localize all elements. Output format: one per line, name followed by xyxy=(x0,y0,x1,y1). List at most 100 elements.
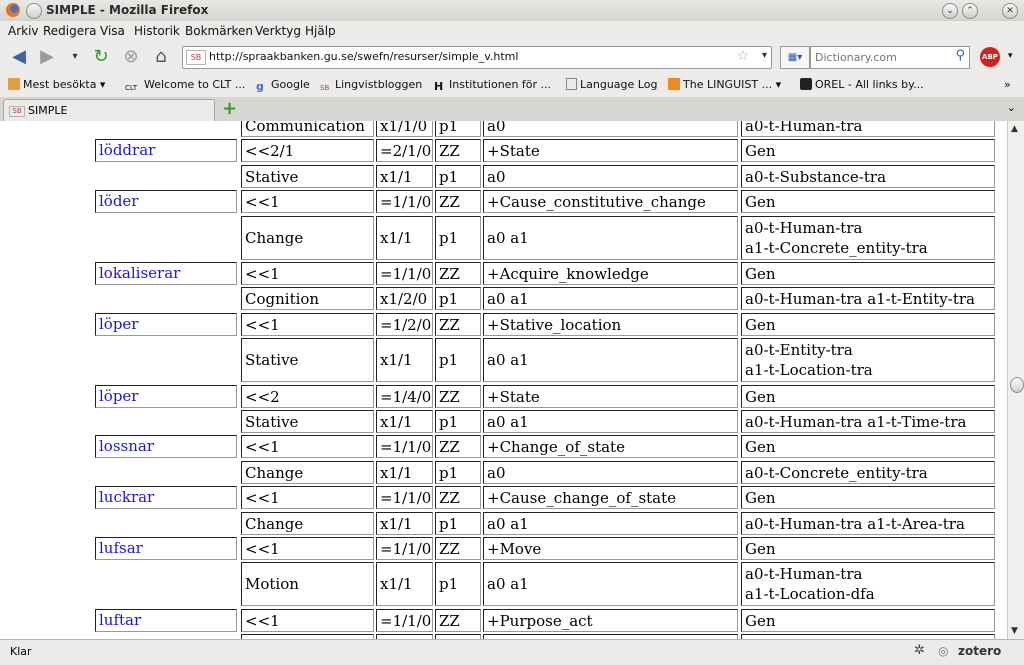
domain-cell: Cognition xyxy=(241,287,374,311)
argument-cell: a0-t-Entity-tra a1-t-Location-tra xyxy=(741,338,995,383)
adblock-plus-icon[interactable]: ABP xyxy=(980,47,1000,67)
window-menu-icon[interactable] xyxy=(26,3,42,19)
argument-line: Gen xyxy=(745,489,776,508)
lemma-link[interactable]: lufsar xyxy=(95,537,237,560)
argument-line: a0-t-Human-tra xyxy=(745,218,863,237)
status-text: Klar xyxy=(10,645,32,658)
bookmark-star-icon[interactable]: ☆ xyxy=(736,48,749,64)
frame-cell: x1/2/0 xyxy=(376,287,433,311)
back-arrow-icon[interactable]: ◀ xyxy=(8,46,30,68)
site-identity-icon[interactable]: SB xyxy=(186,50,206,65)
stop-icon[interactable]: ⊗ xyxy=(120,46,142,68)
argument-cell: a0-t-Substance-tra xyxy=(741,164,995,188)
argument-cell: Gen xyxy=(741,190,995,214)
domain-cell: Communication xyxy=(241,121,374,137)
url-text[interactable]: http://spraakbanken.gu.se/swefn/resurser… xyxy=(209,50,518,63)
lemma-link[interactable]: löper xyxy=(95,384,237,408)
frame-cell: =1/1/0 xyxy=(376,435,433,459)
search-box[interactable]: ⚲ xyxy=(810,46,970,69)
clt-icon: CLT xyxy=(125,84,138,92)
scroll-up-arrow-icon[interactable]: ▲ xyxy=(1011,124,1018,134)
pos-cell: ZZ xyxy=(435,190,481,214)
domain-cell: Change xyxy=(241,215,374,260)
lemma-link[interactable]: löder xyxy=(95,190,237,214)
template-cell: a0 a1 xyxy=(483,215,738,260)
firebug-icon[interactable]: ✲ xyxy=(914,643,925,658)
empty-cell xyxy=(95,165,237,188)
bookmark-lingvistbloggen[interactable]: SB Lingvistbloggen xyxy=(320,78,422,96)
bookmark-clt[interactable]: CLT Welcome to CLT ... xyxy=(125,78,245,96)
scroll-down-arrow-icon[interactable]: ▼ xyxy=(1011,626,1018,636)
bookmark-institutionen[interactable]: H Institutionen för ... xyxy=(434,78,551,93)
lemma-link[interactable]: lossnar xyxy=(95,435,237,459)
bookmark-label: Lingvistbloggen xyxy=(335,78,423,91)
bookmark-language-log[interactable]: Language Log xyxy=(566,78,657,91)
template-cell: a0 a1 xyxy=(483,338,738,383)
google-icon: g xyxy=(256,80,264,93)
lemma-link[interactable]: luftar xyxy=(95,608,237,632)
lemma-link[interactable]: löper xyxy=(95,312,237,336)
lemma-link[interactable]: luckrar xyxy=(95,486,237,510)
domain-cell: Stative xyxy=(241,338,374,383)
adblock-dropdown-icon[interactable]: ▾ xyxy=(1008,51,1013,61)
menu-bokmarken[interactable]: Bokmärken xyxy=(185,24,253,38)
argument-cell: Gen xyxy=(741,608,995,632)
search-icon[interactable]: ⚲ xyxy=(955,48,965,63)
pos-cell: ZZ xyxy=(435,486,481,510)
pos-cell: p1 xyxy=(435,511,481,535)
menu-arkiv[interactable]: Arkiv xyxy=(8,24,39,38)
sb-icon: SB xyxy=(320,84,330,92)
domain-cell: <<1 xyxy=(241,262,374,285)
close-button[interactable]: ✕ xyxy=(1002,3,1018,19)
menu-visa[interactable]: Visa xyxy=(100,24,125,38)
bookmark-orel[interactable]: OREL - All links by... xyxy=(800,78,924,91)
bookmark-linguist[interactable]: The LINGUIST ... ▾ xyxy=(668,78,781,91)
orel-icon xyxy=(800,78,812,90)
url-bar[interactable]: SB http://spraakbanken.gu.se/swefn/resur… xyxy=(182,46,772,69)
argument-line: a0-t-Entity-tra xyxy=(745,341,853,360)
history-dropdown-icon[interactable]: ▾ xyxy=(64,46,86,68)
zotero-label[interactable]: zotero xyxy=(958,644,1001,658)
menu-bar: Arkiv Redigera Visa Historik Bokmärken V… xyxy=(0,21,1024,41)
bookmarks-toolbar: Mest besökta ▾ CLT Welcome to CLT ... g Go… xyxy=(0,73,1024,98)
argument-line: Gen xyxy=(745,387,776,406)
pos-cell: p1 xyxy=(435,562,481,607)
search-input[interactable] xyxy=(811,47,947,68)
new-tab-plus-icon[interactable]: + xyxy=(222,98,237,119)
template-cell: +Stative_location xyxy=(483,312,738,336)
frame-cell: =1/1/0 xyxy=(376,486,433,510)
lemma-link[interactable]: löddrar xyxy=(95,139,237,163)
zotero-icon[interactable]: ◎ xyxy=(938,644,948,658)
bookmark-google[interactable]: g Google xyxy=(256,78,310,93)
scrollbar-thumb[interactable] xyxy=(1010,377,1024,393)
argument-cell: Gen xyxy=(741,435,995,459)
empty-cell xyxy=(95,562,237,606)
minimize-button[interactable]: ⌄ xyxy=(942,3,958,19)
url-dropdown-icon[interactable]: ▾ xyxy=(762,50,767,61)
forward-arrow-icon[interactable]: ▶ xyxy=(36,46,58,68)
empty-cell xyxy=(95,216,237,260)
menu-hjalp[interactable]: Hjälp xyxy=(305,24,336,38)
title-bar: SIMPLE - Mozilla Firefox ⌄ ⌃ ✕ xyxy=(0,0,1024,22)
lemma-link[interactable]: lokaliserar xyxy=(95,262,237,285)
frame-cell: x1/1 xyxy=(376,511,433,535)
argument-cell: a0-t-Concrete_entity-tra xyxy=(741,460,995,484)
menu-redigera[interactable]: Redigera xyxy=(43,24,96,38)
frame-cell: x1/1/0 xyxy=(376,121,433,137)
menu-verktyg[interactable]: Verktyg xyxy=(255,24,301,38)
pos-cell: p1 xyxy=(435,410,481,433)
bookmarks-overflow-icon[interactable]: » xyxy=(1004,78,1011,91)
argument-cell: Gen xyxy=(741,312,995,336)
reload-icon[interactable]: ↻ xyxy=(90,46,112,68)
tab-simple[interactable]: SB SIMPLE xyxy=(3,99,215,122)
tab-list-chevron-icon[interactable]: ⌄ xyxy=(1007,101,1016,114)
h-icon: H xyxy=(434,80,444,93)
domain-cell: Motion xyxy=(241,562,374,607)
frame-cell: =2/1/0 xyxy=(376,139,433,163)
vertical-scrollbar[interactable]: ▲ ▼ xyxy=(1007,121,1024,639)
bookmark-mest-besokta[interactable]: Mest besökta ▾ xyxy=(8,78,105,91)
maximize-button[interactable]: ⌃ xyxy=(962,3,978,19)
search-engine-selector[interactable]: ▦▾ xyxy=(780,46,810,69)
menu-historik[interactable]: Historik xyxy=(134,24,180,38)
home-icon[interactable]: ⌂ xyxy=(150,46,172,68)
